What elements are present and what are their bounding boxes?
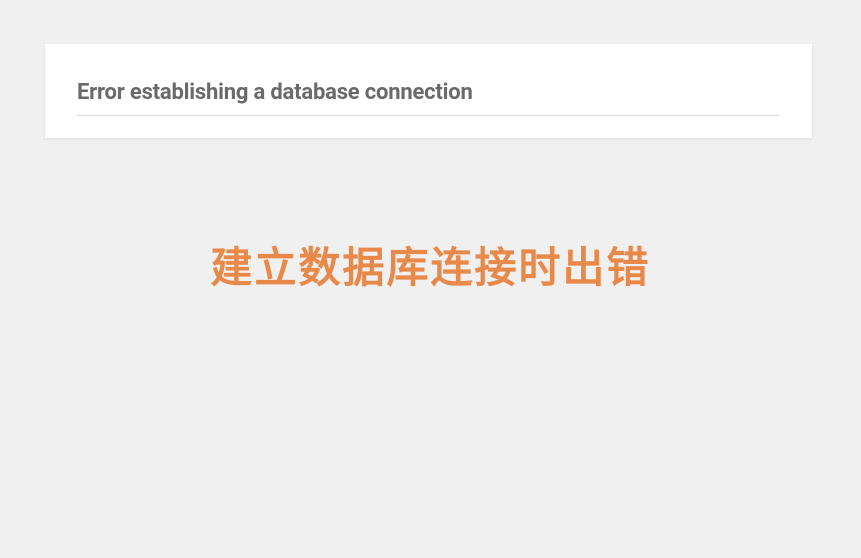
error-card: Error establishing a database connection: [45, 44, 812, 138]
error-title-chinese: 建立数据库连接时出错: [0, 234, 861, 295]
error-title-english: Error establishing a database connection: [77, 80, 780, 116]
